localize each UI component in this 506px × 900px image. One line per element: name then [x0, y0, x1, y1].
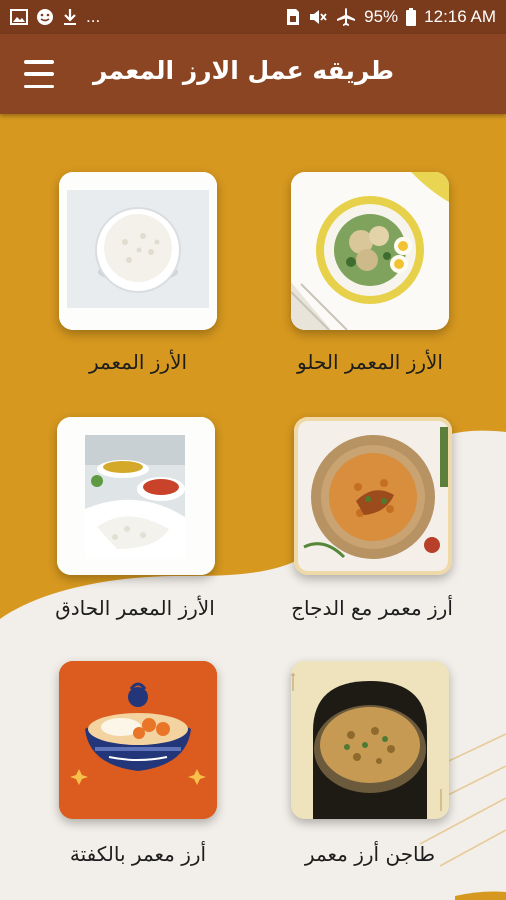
recipe-card-sweet-rice[interactable] [291, 172, 449, 330]
recipe-card-chicken-rice[interactable] [294, 417, 452, 575]
status-bar: ... 95% 12:16 AM [0, 0, 506, 34]
status-right: 95% 12:16 AM [286, 7, 496, 27]
recipe-label-plain-rice: الأرز المعمر [88, 350, 188, 374]
download-icon [62, 8, 78, 26]
status-left: ... [10, 7, 100, 27]
emoji-icon [36, 8, 54, 26]
app-bar: طريقه عمل الارز المعمر [0, 34, 506, 114]
app-title: طريقه عمل الارز المعمر [92, 56, 394, 85]
battery-icon [406, 8, 417, 26]
status-overflow: ... [86, 7, 101, 26]
recipe-grid: الأرز المعمر الحلو الأرز المعمر أرز معمر… [0, 114, 506, 900]
recipe-label-sweet-rice: الأرز المعمر الحلو [297, 350, 443, 374]
status-time: 12:16 AM [424, 7, 496, 26]
chicken-rice-image [294, 417, 452, 575]
plain-rice-image [59, 172, 217, 330]
menu-icon[interactable] [24, 60, 54, 88]
recipe-label-savory-rice: الأرز المعمر الحادق [55, 596, 215, 620]
rice-tagine-image [291, 661, 449, 819]
airplane-icon [336, 7, 356, 27]
recipe-label-kofta-rice: أرز معمر بالكفتة [69, 842, 207, 866]
recipe-card-kofta-rice[interactable] [59, 661, 217, 819]
sweet-rice-image [291, 172, 449, 330]
recipe-card-savory-rice[interactable] [57, 417, 215, 575]
recipe-card-plain-rice[interactable] [59, 172, 217, 330]
mute-icon [308, 8, 328, 26]
image-icon [10, 9, 28, 25]
kofta-rice-image [59, 661, 217, 819]
battery-percent: 95% [364, 7, 399, 26]
recipe-card-rice-tagine[interactable] [291, 661, 449, 819]
sim-icon [286, 8, 300, 26]
recipe-label-rice-tagine: طاجن أرز معمر [304, 842, 436, 866]
recipe-label-chicken-rice: أرز معمر مع الدجاج [291, 596, 453, 620]
savory-rice-image [57, 417, 215, 575]
